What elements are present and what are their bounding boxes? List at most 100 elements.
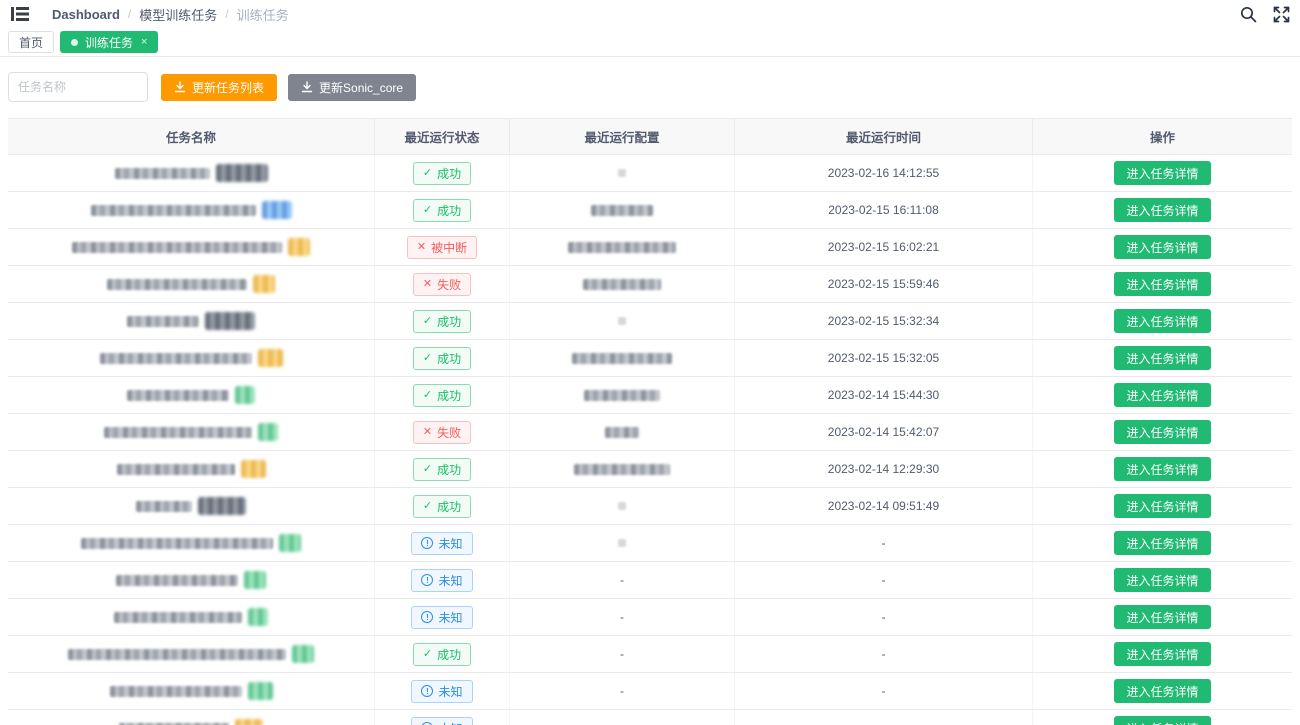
tab-training-tasks[interactable]: 训练任务 × — [60, 31, 158, 53]
status-cell: ✓成功 — [375, 340, 510, 376]
task-name-cell — [8, 266, 375, 302]
breadcrumb-dashboard[interactable]: Dashboard — [52, 7, 120, 22]
status-cell: ✓成功 — [375, 192, 510, 228]
action-cell: 进入任务详情 — [1033, 340, 1292, 376]
tag-bar: 首页 训练任务 × — [0, 28, 1300, 57]
update-task-list-label: 更新任务列表 — [192, 79, 264, 96]
status-label: 未知 — [438, 683, 462, 700]
time-cell: 2023-02-16 14:12:55 — [735, 155, 1033, 191]
enter-task-detail-button[interactable]: 进入任务详情 — [1114, 272, 1210, 296]
check-icon: ✓ — [423, 390, 432, 401]
config-cell — [510, 192, 735, 228]
redacted-yellow-tag — [235, 719, 263, 725]
redacted-green-tag — [248, 608, 268, 626]
table-row: ✓成功2023-02-14 12:29:30进入任务详情 — [8, 451, 1292, 488]
config-cell: - — [510, 599, 735, 635]
task-name-input[interactable] — [8, 72, 148, 102]
time-cell: - — [735, 525, 1033, 561]
status-cell: !未知 — [375, 562, 510, 598]
time-cell: 2023-02-15 15:32:34 — [735, 303, 1033, 339]
status-cell: ✕被中断 — [375, 229, 510, 265]
redacted-config — [618, 169, 626, 177]
config-empty: - — [620, 610, 624, 624]
enter-task-detail-button[interactable]: 进入任务详情 — [1114, 383, 1210, 407]
enter-task-detail-button[interactable]: 进入任务详情 — [1114, 716, 1210, 725]
redacted-yellow-tag — [241, 460, 266, 478]
redacted-task-name — [136, 501, 192, 512]
action-cell: 进入任务详情 — [1033, 414, 1292, 450]
status-label: 成功 — [437, 350, 461, 367]
redacted-yellow-tag — [253, 275, 275, 293]
top-navbar: Dashboard / 模型训练任务 / 训练任务 — [0, 0, 1300, 28]
status-label: 成功 — [437, 461, 461, 478]
enter-task-detail-button[interactable]: 进入任务详情 — [1114, 605, 1210, 629]
action-cell: 进入任务详情 — [1033, 155, 1292, 191]
table-row: !未知--进入任务详情 — [8, 710, 1292, 725]
active-tab-dot-icon — [71, 39, 78, 46]
table-row: !未知--进入任务详情 — [8, 562, 1292, 599]
redacted-task-name — [107, 279, 247, 290]
tab-home[interactable]: 首页 — [8, 31, 54, 53]
status-label: 未知 — [438, 572, 462, 589]
status-cell: ✓ 成功 — [375, 377, 510, 413]
status-label: 成功 — [437, 313, 461, 330]
task-name-cell — [8, 192, 375, 228]
enter-task-detail-button[interactable]: 进入任务详情 — [1114, 346, 1210, 370]
enter-task-detail-button[interactable]: 进入任务详情 — [1114, 198, 1210, 222]
time-cell: 2023-02-14 09:51:49 — [735, 488, 1033, 524]
status-badge-success: ✓成功 — [413, 643, 471, 666]
update-sonic-core-button[interactable]: 更新Sonic_core — [288, 74, 416, 101]
enter-task-detail-button[interactable]: 进入任务详情 — [1114, 420, 1210, 444]
task-name-cell — [8, 488, 375, 524]
redacted-task-name — [127, 316, 199, 327]
enter-task-detail-button[interactable]: 进入任务详情 — [1114, 457, 1210, 481]
config-cell — [510, 451, 735, 487]
status-cell: !未知 — [375, 599, 510, 635]
navbar-actions — [1240, 6, 1290, 23]
time-cell: 2023-02-14 15:44:30 — [735, 377, 1033, 413]
status-badge-success: ✓成功 — [413, 162, 471, 185]
enter-task-detail-button[interactable]: 进入任务详情 — [1114, 161, 1210, 185]
search-icon[interactable] — [1240, 6, 1257, 23]
redacted-config — [583, 279, 661, 290]
action-cell: 进入任务详情 — [1033, 266, 1292, 302]
redacted-config — [605, 427, 639, 438]
redacted-blue-tag — [262, 201, 292, 219]
enter-task-detail-button[interactable]: 进入任务详情 — [1114, 531, 1210, 555]
download-icon — [174, 81, 186, 93]
task-name-cell — [8, 414, 375, 450]
enter-task-detail-button[interactable]: 进入任务详情 — [1114, 642, 1210, 666]
status-badge-unknown: !未知 — [411, 532, 472, 555]
time-cell: 2023-02-15 16:11:08 — [735, 192, 1033, 228]
enter-task-detail-button[interactable]: 进入任务详情 — [1114, 494, 1210, 518]
status-label: 成功 — [437, 387, 461, 404]
redacted-yellow-tag — [288, 238, 310, 256]
close-tab-icon[interactable]: × — [141, 37, 147, 48]
table-row: ✕失败2023-02-14 15:42:07进入任务详情 — [8, 414, 1292, 451]
redacted-task-name — [81, 538, 273, 549]
config-cell — [510, 266, 735, 302]
breadcrumb: Dashboard / 模型训练任务 / 训练任务 — [52, 5, 289, 24]
enter-task-detail-button[interactable]: 进入任务详情 — [1114, 568, 1210, 592]
enter-task-detail-button[interactable]: 进入任务详情 — [1114, 309, 1210, 333]
config-cell — [510, 303, 735, 339]
breadcrumb-model-training[interactable]: 模型训练任务 — [139, 5, 217, 24]
table-row: ✓成功 2023-02-16 14:12:55 进入任务详情 — [8, 155, 1292, 192]
enter-task-detail-button[interactable]: 进入任务详情 — [1114, 235, 1210, 259]
update-task-list-button[interactable]: 更新任务列表 — [161, 74, 277, 101]
task-name-cell — [8, 229, 375, 265]
table-row: ✕被中断2023-02-15 16:02:21进入任务详情 — [8, 229, 1292, 266]
time-cell: - — [735, 599, 1033, 635]
fullscreen-icon[interactable] — [1273, 6, 1290, 23]
status-label: 成功 — [437, 498, 461, 515]
redacted-task-name — [104, 427, 252, 438]
run-time: 2023-02-15 15:32:05 — [828, 351, 939, 365]
run-time: 2023-02-15 15:59:46 — [828, 277, 939, 291]
config-cell — [510, 377, 735, 413]
cross-icon: ✕ — [423, 427, 432, 438]
menu-fold-icon[interactable] — [10, 5, 30, 23]
action-cell: 进入任务详情 — [1033, 636, 1292, 672]
status-badge-failed: ✕失败 — [413, 421, 471, 444]
enter-task-detail-button[interactable]: 进入任务详情 — [1114, 679, 1210, 703]
status-cell: ✓成功 — [375, 303, 510, 339]
